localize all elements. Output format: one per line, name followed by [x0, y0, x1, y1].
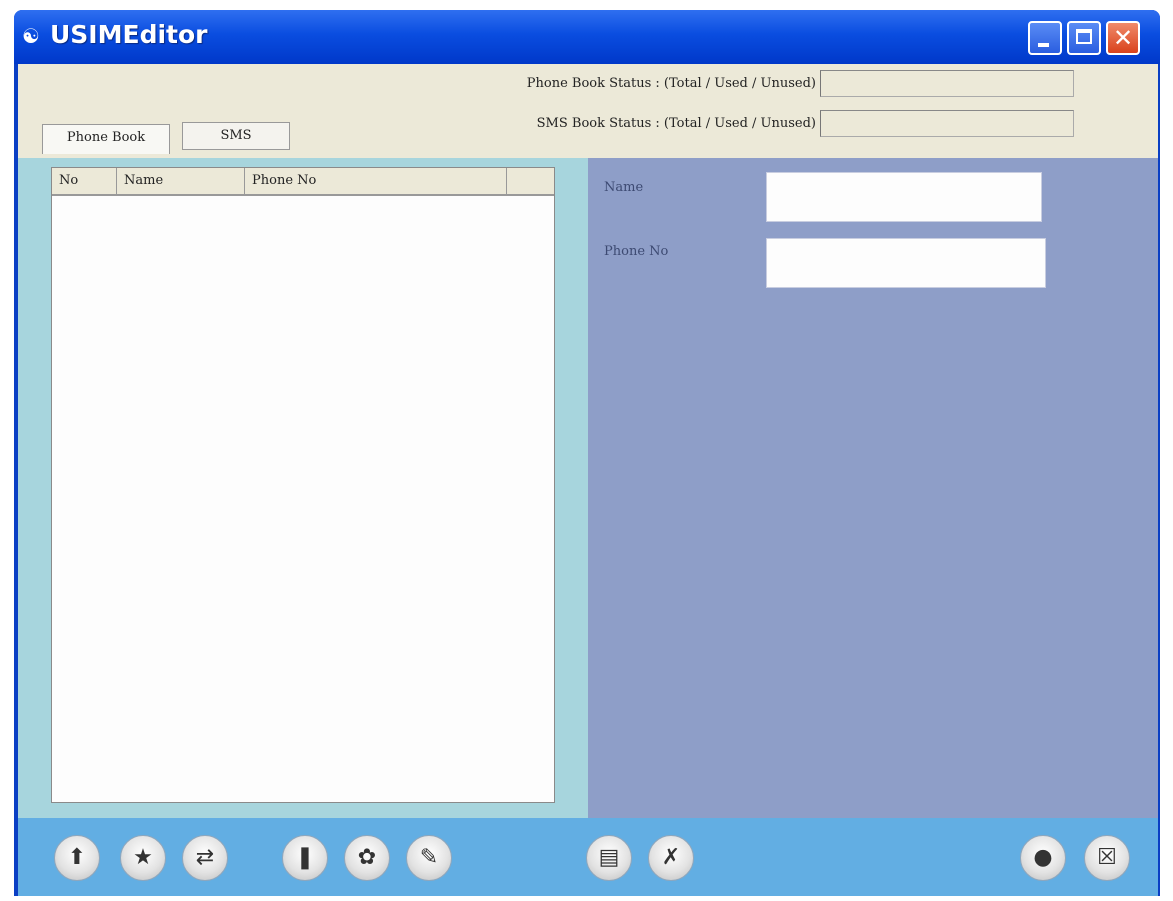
- tab-sms[interactable]: SMS: [182, 122, 290, 150]
- name-label: Name: [604, 180, 644, 195]
- minimize-icon: [1038, 43, 1049, 47]
- close-icon: ✕: [1112, 24, 1134, 52]
- delete-icon: ✿: [357, 845, 377, 870]
- upload-icon: ⬆: [67, 845, 87, 870]
- column-header-extra[interactable]: [507, 168, 554, 194]
- download-icon: ★: [133, 845, 153, 870]
- name-field[interactable]: [766, 172, 1042, 222]
- phone-book-status-field: [820, 70, 1074, 97]
- phone-book-panel: No Name Phone No: [18, 158, 588, 818]
- transfer-icon: ⇄: [195, 845, 215, 870]
- tools-icon: ✗: [661, 845, 681, 870]
- transfer-button[interactable]: ⇄: [182, 835, 228, 881]
- tab-phone-book[interactable]: Phone Book: [42, 124, 170, 154]
- title-bar[interactable]: ☯ USIMEditor ✕: [14, 10, 1160, 64]
- edit-button[interactable]: ✎: [406, 835, 452, 881]
- list-header: No Name Phone No: [52, 168, 554, 196]
- bottom-toolbar: ⬆ ★ ⇄ ❚ ✿ ✎ ▤ ✗ ● ☒: [18, 818, 1158, 896]
- phone-book-status-label: Phone Book Status : (Total / Used / Unus…: [526, 76, 816, 91]
- sms-book-status-field: [820, 110, 1074, 137]
- column-header-phone-no[interactable]: Phone No: [245, 168, 507, 194]
- tools-button[interactable]: ✗: [648, 835, 694, 881]
- download-button[interactable]: ★: [120, 835, 166, 881]
- globe-button[interactable]: ●: [1020, 835, 1066, 881]
- column-header-name[interactable]: Name: [117, 168, 245, 194]
- phone-book-list[interactable]: No Name Phone No: [51, 167, 555, 803]
- globe-icon: ●: [1033, 845, 1053, 870]
- close-button[interactable]: ✕: [1106, 21, 1140, 55]
- detail-panel: Name Phone No: [588, 158, 1158, 818]
- maximize-button[interactable]: [1067, 21, 1101, 55]
- phone-no-label: Phone No: [604, 244, 669, 259]
- sms-book-status-label: SMS Book Status : (Total / Used / Unused…: [536, 116, 816, 131]
- save-button[interactable]: ▤: [586, 835, 632, 881]
- edit-icon: ✎: [419, 845, 439, 870]
- delete-button[interactable]: ✿: [344, 835, 390, 881]
- window-title: USIMEditor: [50, 20, 208, 49]
- minimize-button[interactable]: [1028, 21, 1062, 55]
- column-header-no[interactable]: No: [52, 168, 117, 194]
- info-button[interactable]: ❚: [282, 835, 328, 881]
- upload-button[interactable]: ⬆: [54, 835, 100, 881]
- maximize-icon: [1076, 29, 1092, 44]
- info-icon: ❚: [295, 845, 315, 870]
- exit-icon: ☒: [1097, 845, 1117, 870]
- exit-button[interactable]: ☒: [1084, 835, 1130, 881]
- status-area: Phone Book Status : (Total / Used / Unus…: [18, 64, 1158, 158]
- phone-no-field[interactable]: [766, 238, 1046, 288]
- save-icon: ▤: [598, 845, 620, 870]
- app-icon: ☯: [22, 24, 40, 48]
